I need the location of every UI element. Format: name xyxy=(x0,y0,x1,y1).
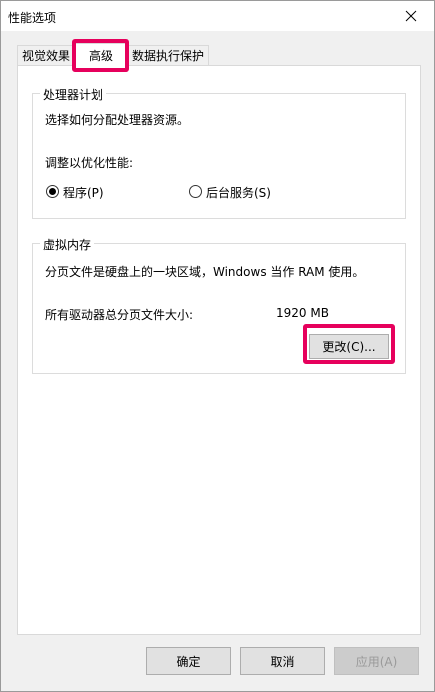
virtual-memory-description: 分页文件是硬盘上的一块区域，Windows 当作 RAM 使用。 xyxy=(45,265,365,279)
tab-label: 视觉效果 xyxy=(21,49,70,63)
apply-button-label: 应用(A) xyxy=(355,654,398,669)
title-bar: 性能选项 xyxy=(1,1,434,31)
tab-advanced[interactable]: 高级 xyxy=(74,43,128,66)
close-button[interactable] xyxy=(388,1,434,31)
programs-radio[interactable] xyxy=(46,185,59,198)
cancel-button-label: 取消 xyxy=(270,654,295,669)
ok-button[interactable]: 确定 xyxy=(146,647,231,675)
processor-scheduling-group: 处理器计划 选择如何分配处理器资源。 调整以优化性能: 程序(P) 后台服务(S… xyxy=(32,86,406,219)
processor-scheduling-description: 选择如何分配处理器资源。 xyxy=(45,113,190,127)
change-button-label: 更改(C)... xyxy=(322,340,376,354)
tab-data-execution-prevention[interactable]: 数据执行保护 xyxy=(127,45,209,65)
cancel-button[interactable]: 取消 xyxy=(240,647,325,675)
window-title: 性能选项 xyxy=(8,11,57,25)
apply-button[interactable]: 应用(A) xyxy=(334,647,419,675)
ok-button-label: 确定 xyxy=(176,654,201,669)
programs-radio-label[interactable]: 程序(P) xyxy=(63,184,104,201)
tab-label: 高级 xyxy=(88,48,113,63)
virtual-memory-legend: 虚拟内存 xyxy=(40,236,95,253)
tab-label: 数据执行保护 xyxy=(131,49,204,63)
virtual-memory-group: 虚拟内存 分页文件是硬盘上的一块区域，Windows 当作 RAM 使用。 所有… xyxy=(32,236,406,374)
background-services-radio[interactable] xyxy=(189,185,202,198)
total-paging-file-value: 1920 MB xyxy=(276,306,329,320)
processor-scheduling-legend: 处理器计划 xyxy=(40,86,107,103)
tab-visual-effects[interactable]: 视觉效果 xyxy=(17,45,75,65)
performance-options-window: 性能选项 视觉效果 高级 数据执行保护 处理器计划 选择如何分配处理器资源。 调… xyxy=(0,0,435,692)
total-paging-file-label: 所有驱动器总分页文件大小: xyxy=(45,308,194,322)
advanced-tab-panel: 处理器计划 选择如何分配处理器资源。 调整以优化性能: 程序(P) 后台服务(S… xyxy=(17,65,421,635)
close-icon xyxy=(405,10,417,22)
change-virtual-memory-button[interactable]: 更改(C)... xyxy=(309,334,389,359)
background-services-radio-label[interactable]: 后台服务(S) xyxy=(206,184,271,201)
adjust-for-label: 调整以优化性能: xyxy=(45,156,134,170)
